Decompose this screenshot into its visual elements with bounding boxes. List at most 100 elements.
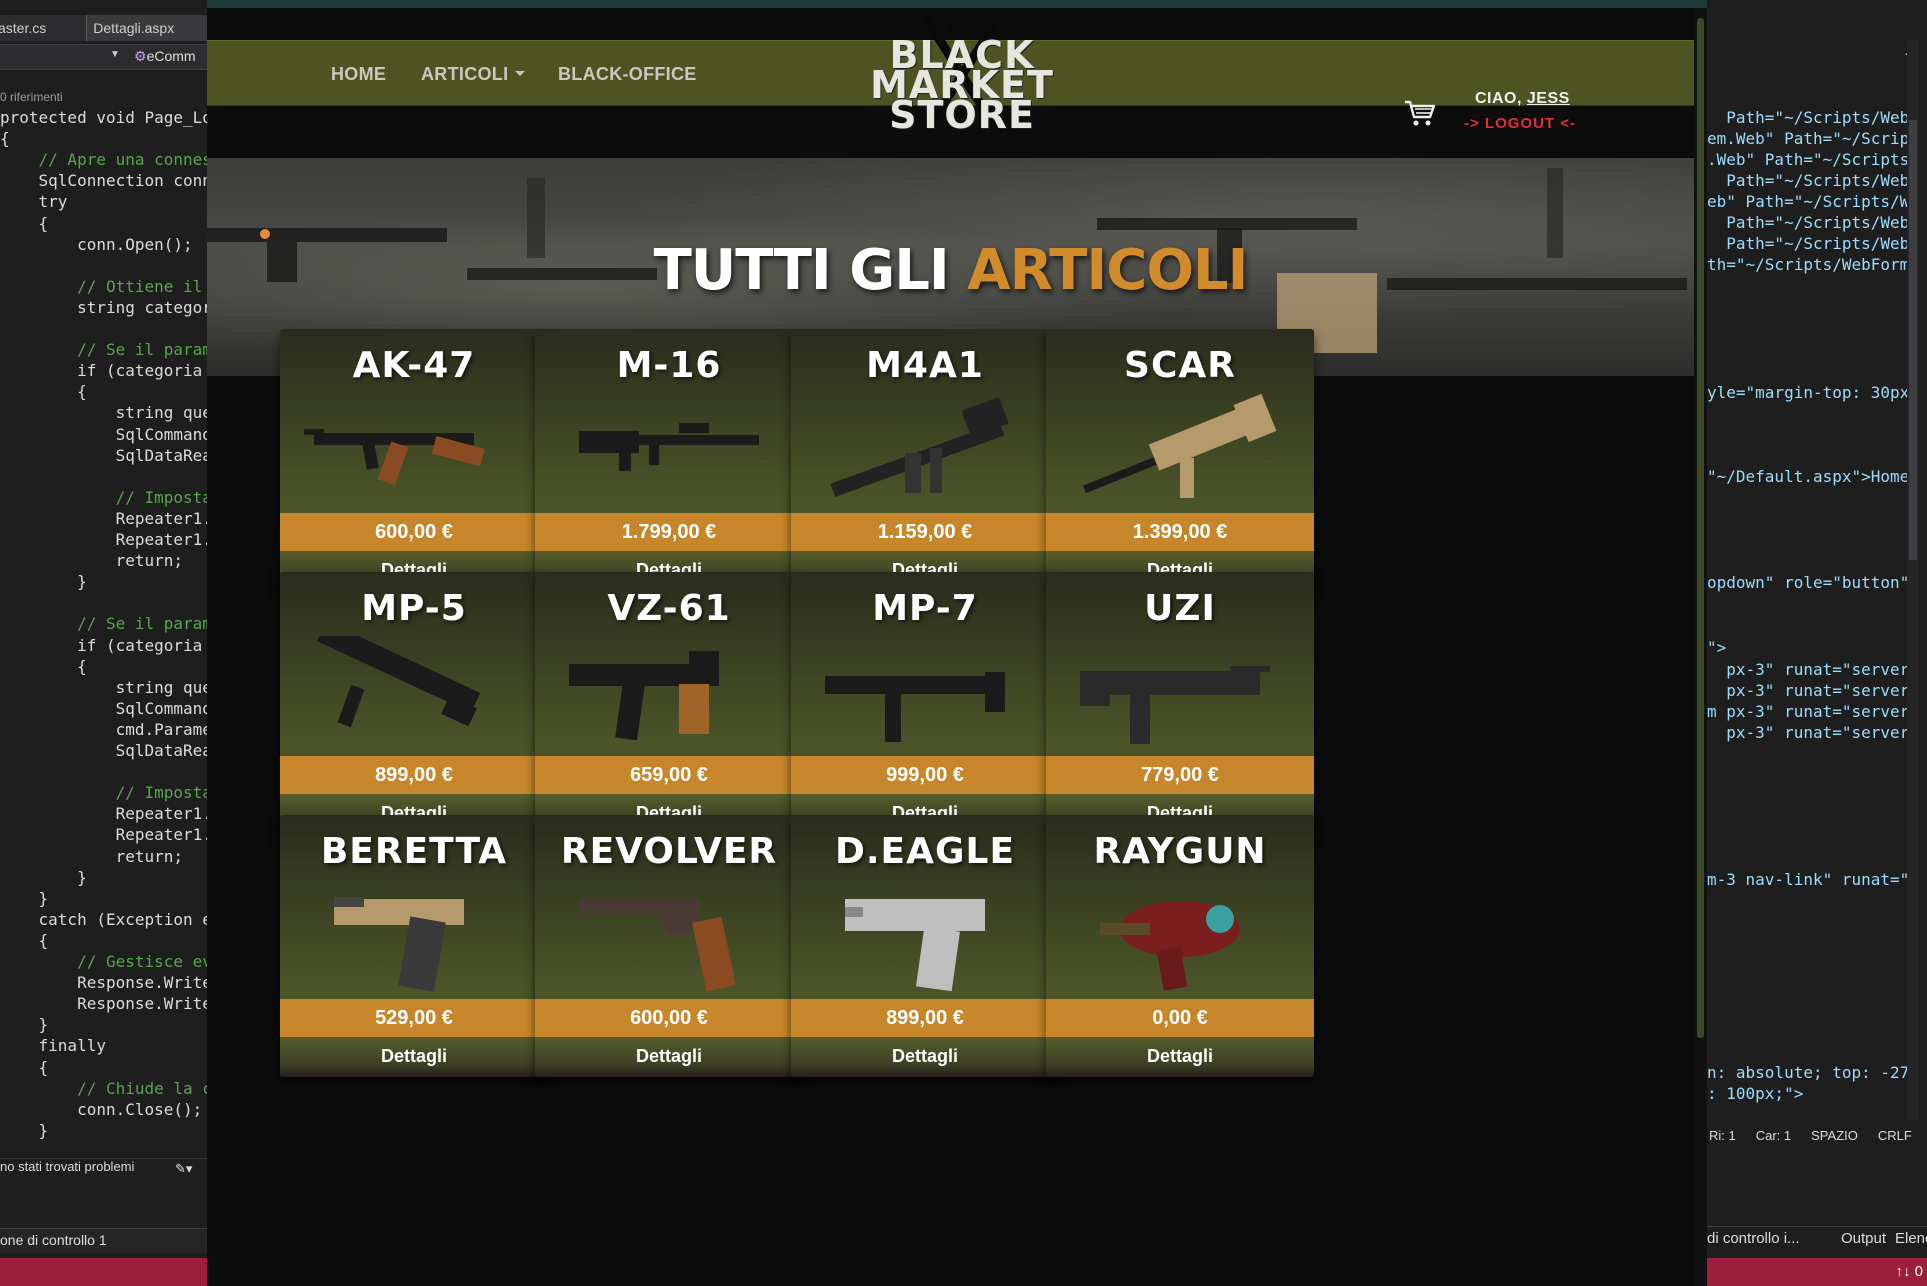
product-card[interactable]: AK-47 600,00 € Dettagli bbox=[280, 329, 548, 591]
ide-left-pane: aster.cs Dettagli.aspx ▼ ⚙eComm 0 riferi… bbox=[0, 0, 207, 1286]
code-line: string que bbox=[0, 677, 207, 697]
caret-down-icon bbox=[515, 70, 526, 76]
product-card[interactable]: RAYGUN 0,00 € Dettagli bbox=[1046, 815, 1314, 1077]
product-name: RAYGUN bbox=[1093, 831, 1267, 872]
tab-elenco[interactable]: Elenco bbox=[1895, 1230, 1927, 1247]
markup-line: opdown" role="button" bbox=[1707, 573, 1910, 592]
markup-line: eb" Path="~/Scripts/W bbox=[1707, 192, 1910, 211]
m16-image[interactable] bbox=[559, 393, 779, 513]
markup-line: Path="~/Scripts/WebF bbox=[1707, 234, 1919, 253]
code-line: } bbox=[0, 572, 87, 592]
ide-tab-strip: aster.cs Dettagli.aspx bbox=[0, 15, 207, 41]
tab-output[interactable]: Output bbox=[1841, 1230, 1886, 1247]
code-line: // Se il param bbox=[0, 340, 207, 360]
site-logo[interactable]: BLACK MARKET STORE bbox=[797, 12, 1127, 134]
code-line: { bbox=[0, 382, 87, 402]
nav-home[interactable]: HOME bbox=[331, 64, 386, 85]
product-name: REVOLVER bbox=[560, 831, 778, 872]
browser-top-line bbox=[207, 0, 1707, 8]
markup-line: Path="~/Scripts/WebF bbox=[1707, 171, 1919, 190]
code-line: return; bbox=[0, 846, 184, 866]
code-line: // Ottiene il bbox=[0, 276, 203, 296]
beretta-image[interactable] bbox=[304, 879, 524, 999]
code-line: Repeater1. bbox=[0, 825, 207, 845]
mp5-image[interactable] bbox=[304, 636, 524, 756]
cart-icon[interactable] bbox=[1403, 98, 1437, 128]
product-card[interactable]: UZI 779,00 € Dettagli bbox=[1046, 572, 1314, 834]
product-card[interactable]: BERETTA 529,00 € Dettagli bbox=[280, 815, 548, 1077]
logout-link[interactable]: -> LOGOUT <- bbox=[1464, 115, 1576, 132]
code-line: { bbox=[0, 1057, 49, 1077]
ide-bottom-panel-left: one di controllo 1 bbox=[0, 1228, 207, 1253]
ak47-image[interactable] bbox=[304, 393, 524, 513]
details-button[interactable]: Dettagli bbox=[535, 1037, 803, 1077]
product-card[interactable]: SCAR 1.399,00 € Dettagli bbox=[1046, 329, 1314, 591]
ide-status-bar-right: ↑↓ 0 bbox=[1707, 1258, 1927, 1286]
sync-indicator[interactable]: ↑↓ 0 bbox=[1895, 1263, 1923, 1280]
code-lens-references[interactable]: 0 riferimenti bbox=[0, 90, 63, 104]
status-indent[interactable]: SPAZIO bbox=[1811, 1128, 1858, 1148]
product-price: 999,00 € bbox=[791, 756, 1059, 794]
tab-controllo[interactable]: di controllo i... bbox=[1707, 1230, 1800, 1247]
product-card[interactable]: VZ-61 659,00 € Dettagli bbox=[535, 572, 803, 834]
code-line: { bbox=[0, 213, 49, 233]
deagle-image[interactable] bbox=[815, 879, 1035, 999]
bottom-panel-label[interactable]: one di controllo 1 bbox=[0, 1232, 107, 1248]
vz61-image[interactable] bbox=[559, 636, 779, 756]
product-card[interactable]: M4A1 1.159,00 € Dettagli bbox=[791, 329, 1059, 591]
nav-articoli-label: ARTICOLI bbox=[421, 64, 509, 84]
ide-tab-dettagli-aspx[interactable]: Dettagli.aspx bbox=[86, 15, 207, 41]
details-button[interactable]: Dettagli bbox=[280, 1037, 548, 1077]
scar-image[interactable] bbox=[1070, 393, 1290, 513]
code-line: if (categoria bbox=[0, 361, 203, 381]
raygun-image[interactable] bbox=[1070, 879, 1290, 999]
code-line: finally bbox=[0, 1036, 106, 1056]
ide-tab-aster-cs[interactable]: aster.cs bbox=[0, 15, 87, 41]
code-line: } bbox=[0, 1120, 49, 1140]
code-line: } bbox=[0, 1015, 49, 1035]
product-name: MP-5 bbox=[361, 588, 467, 629]
page-scrollbar-thumb[interactable] bbox=[1697, 18, 1704, 1038]
code-line: // Imposta bbox=[0, 487, 207, 507]
product-price: 659,00 € bbox=[535, 756, 803, 794]
code-line: SqlCommand bbox=[0, 698, 207, 718]
product-price: 1.799,00 € bbox=[535, 513, 803, 551]
code-line: { bbox=[0, 129, 10, 149]
markup-line: m-3 nav-link" runat=" bbox=[1707, 870, 1910, 889]
editor-scrollbar[interactable] bbox=[1907, 40, 1919, 1120]
ide-class-dropdown[interactable]: ⚙eComm bbox=[134, 48, 196, 65]
product-price: 1.399,00 € bbox=[1046, 513, 1314, 551]
mp7-image[interactable] bbox=[815, 636, 1035, 756]
m4a1-image[interactable] bbox=[815, 393, 1035, 513]
status-eol[interactable]: CRLF bbox=[1878, 1128, 1912, 1148]
product-card[interactable]: MP-7 999,00 € Dettagli bbox=[791, 572, 1059, 834]
product-card[interactable]: D.EAGLE 899,00 € Dettagli bbox=[791, 815, 1059, 1077]
code-line: try bbox=[0, 192, 68, 212]
product-card[interactable]: MP-5 899,00 € Dettagli bbox=[280, 572, 548, 834]
code-line: // Se il param bbox=[0, 614, 207, 634]
chevron-down-icon[interactable]: ▼ bbox=[110, 49, 120, 60]
code-line: cmd.Parame bbox=[0, 719, 207, 739]
nav-articoli-dropdown[interactable]: ARTICOLI bbox=[421, 64, 526, 85]
nav-black-office[interactable]: BLACK-OFFICE bbox=[558, 64, 697, 85]
uzi-image[interactable] bbox=[1070, 636, 1290, 756]
markup-line: : 100px;"> bbox=[1707, 1084, 1804, 1103]
product-card[interactable]: REVOLVER 600,00 € Dettagli bbox=[535, 815, 803, 1077]
brush-icon[interactable]: ✎▾ bbox=[175, 1161, 192, 1177]
scrollbar-thumb[interactable] bbox=[1909, 120, 1917, 560]
revolver-image[interactable] bbox=[559, 879, 779, 999]
code-line: // Gestisce ev bbox=[0, 952, 207, 971]
username-link[interactable]: JESS bbox=[1527, 90, 1570, 107]
product-name: M-16 bbox=[616, 345, 722, 386]
code-line: SqlCommand bbox=[0, 424, 207, 444]
product-name: SCAR bbox=[1124, 345, 1236, 386]
code-line: Response.Write bbox=[0, 973, 207, 993]
product-price: 1.159,00 € bbox=[791, 513, 1059, 551]
markup-line: px-3" runat="server" bbox=[1707, 660, 1919, 679]
markup-line: px-3" runat="server" bbox=[1707, 723, 1919, 742]
details-button[interactable]: Dettagli bbox=[1046, 1037, 1314, 1077]
product-card[interactable]: M-16 1.799,00 € Dettagli bbox=[535, 329, 803, 591]
code-line: Repeater1. bbox=[0, 508, 207, 528]
page-scrollbar[interactable] bbox=[1694, 8, 1707, 1286]
details-button[interactable]: Dettagli bbox=[791, 1037, 1059, 1077]
